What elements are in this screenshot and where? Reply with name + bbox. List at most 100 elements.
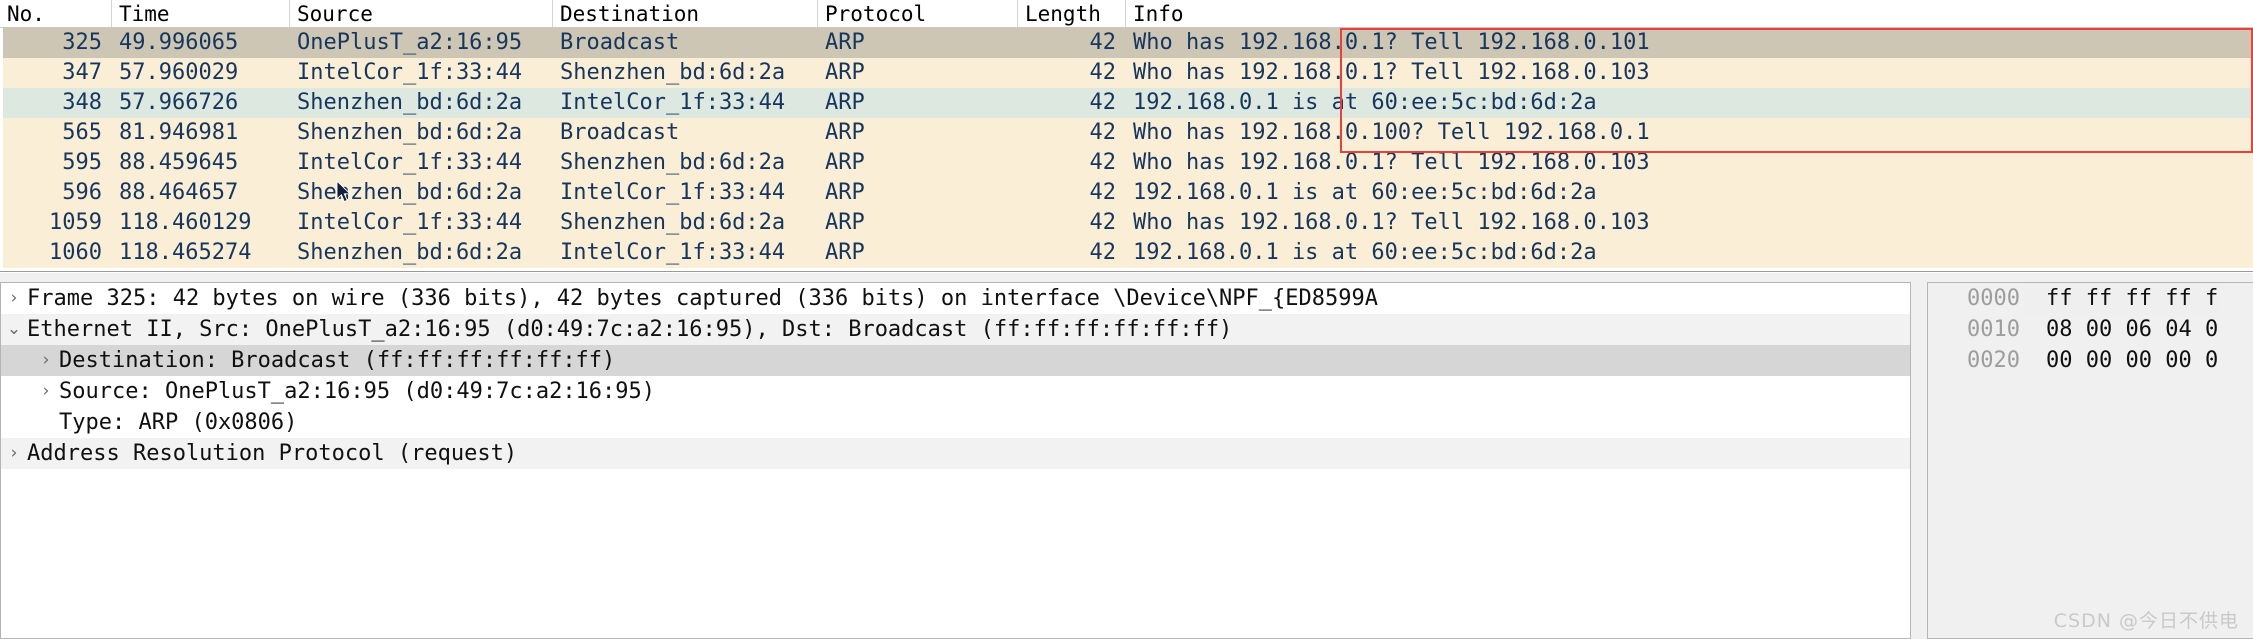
packet-list-left-gutter [0, 28, 3, 271]
detail-row-label: Address Resolution Protocol (request) [27, 441, 518, 466]
chevron-right-icon[interactable]: › [1, 283, 27, 314]
packet-list-pane[interactable]: No. Time Source Destination Protocol Len… [0, 0, 2253, 272]
cell-source: OnePlusT_a2:16:95 [297, 30, 523, 55]
cell-destination: Broadcast [560, 30, 680, 55]
cell-info: 192.168.0.1 is at 60:ee:5c:bd:6d:2a [1133, 90, 1597, 115]
table-row[interactable]: 596 88.464657 Shenzhen_bd:6d:2a IntelCor… [0, 178, 2253, 208]
cell-no: 325 [62, 30, 102, 55]
table-row[interactable]: 347 57.960029 IntelCor_1f:33:44 Shenzhen… [0, 58, 2253, 88]
cell-protocol: ARP [825, 180, 865, 205]
packet-details-pane[interactable]: › Frame 325: 42 bytes on wire (336 bits)… [0, 282, 1911, 639]
column-header-source[interactable]: Source [290, 0, 553, 27]
hex-bytes: ff ff ff ff f [2024, 283, 2219, 314]
detail-row-arp[interactable]: › Address Resolution Protocol (request) [1, 438, 1910, 469]
chevron-right-icon[interactable]: › [33, 376, 59, 407]
detail-row-frame[interactable]: › Frame 325: 42 bytes on wire (336 bits)… [1, 283, 1910, 314]
cell-info: Who has 192.168.0.1? Tell 192.168.0.103 [1133, 210, 1650, 235]
cell-destination: Shenzhen_bd:6d:2a [560, 210, 786, 235]
column-header-protocol[interactable]: Protocol [818, 0, 1018, 27]
cell-time: 118.465274 [119, 240, 252, 265]
cell-no: 348 [62, 90, 102, 115]
cell-info: Who has 192.168.0.1? Tell 192.168.0.103 [1133, 150, 1650, 175]
cell-no: 1060 [49, 240, 102, 265]
cell-source: Shenzhen_bd:6d:2a [297, 180, 523, 205]
table-row[interactable]: 348 57.966726 Shenzhen_bd:6d:2a IntelCor… [0, 88, 2253, 118]
chevron-right-icon[interactable]: › [1, 438, 27, 469]
column-header-no[interactable]: No. [0, 0, 112, 27]
cell-length: 42 [1089, 30, 1117, 55]
hex-offset: 0020 [1928, 345, 2024, 376]
cell-length: 42 [1089, 180, 1117, 205]
cell-source: IntelCor_1f:33:44 [297, 60, 523, 85]
cell-destination: IntelCor_1f:33:44 [560, 180, 786, 205]
cell-destination: Shenzhen_bd:6d:2a [560, 60, 786, 85]
cell-source: IntelCor_1f:33:44 [297, 210, 523, 235]
cell-source: Shenzhen_bd:6d:2a [297, 120, 523, 145]
cell-time: 57.966726 [119, 90, 239, 115]
table-row[interactable]: 325 49.996065 OnePlusT_a2:16:95 Broadcas… [0, 28, 2253, 58]
column-header-time[interactable]: Time [112, 0, 290, 27]
cell-destination: Broadcast [560, 120, 680, 145]
cell-no: 347 [62, 60, 102, 85]
detail-row-destination[interactable]: › Destination: Broadcast (ff:ff:ff:ff:ff… [1, 345, 1910, 376]
hex-row[interactable]: 0010 08 00 06 04 0 [1928, 314, 2253, 345]
cell-length: 42 [1089, 90, 1117, 115]
cell-protocol: ARP [825, 120, 865, 145]
table-row[interactable]: 595 88.459645 IntelCor_1f:33:44 Shenzhen… [0, 148, 2253, 178]
table-row[interactable]: 565 81.946981 Shenzhen_bd:6d:2a Broadcas… [0, 118, 2253, 148]
detail-row-ethernet[interactable]: ⌄ Ethernet II, Src: OnePlusT_a2:16:95 (d… [1, 314, 1910, 345]
detail-row-type[interactable]: Type: ARP (0x0806) [1, 407, 1910, 438]
chevron-down-icon[interactable]: ⌄ [1, 314, 27, 345]
table-row[interactable]: 1059 118.460129 IntelCor_1f:33:44 Shenzh… [0, 208, 2253, 238]
hex-bytes: 00 00 00 00 0 [2046, 348, 2219, 373]
hex-row[interactable]: 0000 ff ff ff ff f [1928, 283, 2253, 314]
cell-destination: IntelCor_1f:33:44 [560, 90, 786, 115]
packet-bytes-pane[interactable]: 0000 ff ff ff ff f 0010 08 00 06 04 0 00… [1927, 282, 2253, 639]
detail-row-label: Ethernet II, Src: OnePlusT_a2:16:95 (d0:… [27, 317, 1233, 342]
cell-no: 596 [62, 180, 102, 205]
watermark-text: CSDN @今日不供电 [2053, 610, 2239, 632]
hex-row[interactable]: 0020 00 00 00 00 0 [1928, 345, 2253, 376]
cell-protocol: ARP [825, 240, 865, 265]
column-header-length[interactable]: Length [1018, 0, 1126, 27]
column-header-destination[interactable]: Destination [553, 0, 818, 27]
cell-no: 565 [62, 120, 102, 145]
cell-info: Who has 192.168.0.1? Tell 192.168.0.103 [1133, 60, 1650, 85]
lower-split-area: › Frame 325: 42 bytes on wire (336 bits)… [0, 273, 2253, 639]
hex-offset: 0010 [1928, 314, 2024, 345]
cell-time: 118.460129 [119, 210, 252, 235]
cell-info: 192.168.0.1 is at 60:ee:5c:bd:6d:2a [1133, 240, 1597, 265]
cell-destination: IntelCor_1f:33:44 [560, 240, 786, 265]
cell-length: 42 [1089, 120, 1117, 145]
detail-row-label: Destination: Broadcast (ff:ff:ff:ff:ff:f… [59, 348, 616, 373]
cell-protocol: ARP [825, 210, 865, 235]
cell-no: 595 [62, 150, 102, 175]
cell-protocol: ARP [825, 30, 865, 55]
hex-offset: 0000 [1928, 283, 2024, 314]
hex-bytes: 08 00 06 04 0 [2046, 317, 2219, 342]
detail-row-label: Source: OnePlusT_a2:16:95 (d0:49:7c:a2:1… [59, 379, 656, 404]
detail-row-label: Frame 325: 42 bytes on wire (336 bits), … [27, 286, 1379, 311]
cell-protocol: ARP [825, 150, 865, 175]
packet-list-header[interactable]: No. Time Source Destination Protocol Len… [0, 0, 2253, 28]
cell-protocol: ARP [825, 90, 865, 115]
wireshark-window: No. Time Source Destination Protocol Len… [0, 0, 2253, 639]
cell-source: IntelCor_1f:33:44 [297, 150, 523, 175]
cell-time: 57.960029 [119, 60, 239, 85]
cell-info: Who has 192.168.0.1? Tell 192.168.0.101 [1133, 30, 1650, 55]
cell-time: 88.464657 [119, 180, 239, 205]
cell-destination: Shenzhen_bd:6d:2a [560, 150, 786, 175]
cell-length: 42 [1089, 150, 1117, 175]
cell-source: Shenzhen_bd:6d:2a [297, 90, 523, 115]
detail-row-label: Type: ARP (0x0806) [59, 410, 298, 435]
cell-info: 192.168.0.1 is at 60:ee:5c:bd:6d:2a [1133, 180, 1597, 205]
cell-protocol: ARP [825, 60, 865, 85]
cell-length: 42 [1089, 210, 1117, 235]
column-header-info[interactable]: Info [1126, 0, 2253, 27]
detail-row-source[interactable]: › Source: OnePlusT_a2:16:95 (d0:49:7c:a2… [1, 376, 1910, 407]
cell-length: 42 [1089, 240, 1117, 265]
table-row[interactable]: 1060 118.465274 Shenzhen_bd:6d:2a IntelC… [0, 238, 2253, 268]
cell-time: 49.996065 [119, 30, 239, 55]
cell-no: 1059 [49, 210, 102, 235]
chevron-right-icon[interactable]: › [33, 345, 59, 376]
